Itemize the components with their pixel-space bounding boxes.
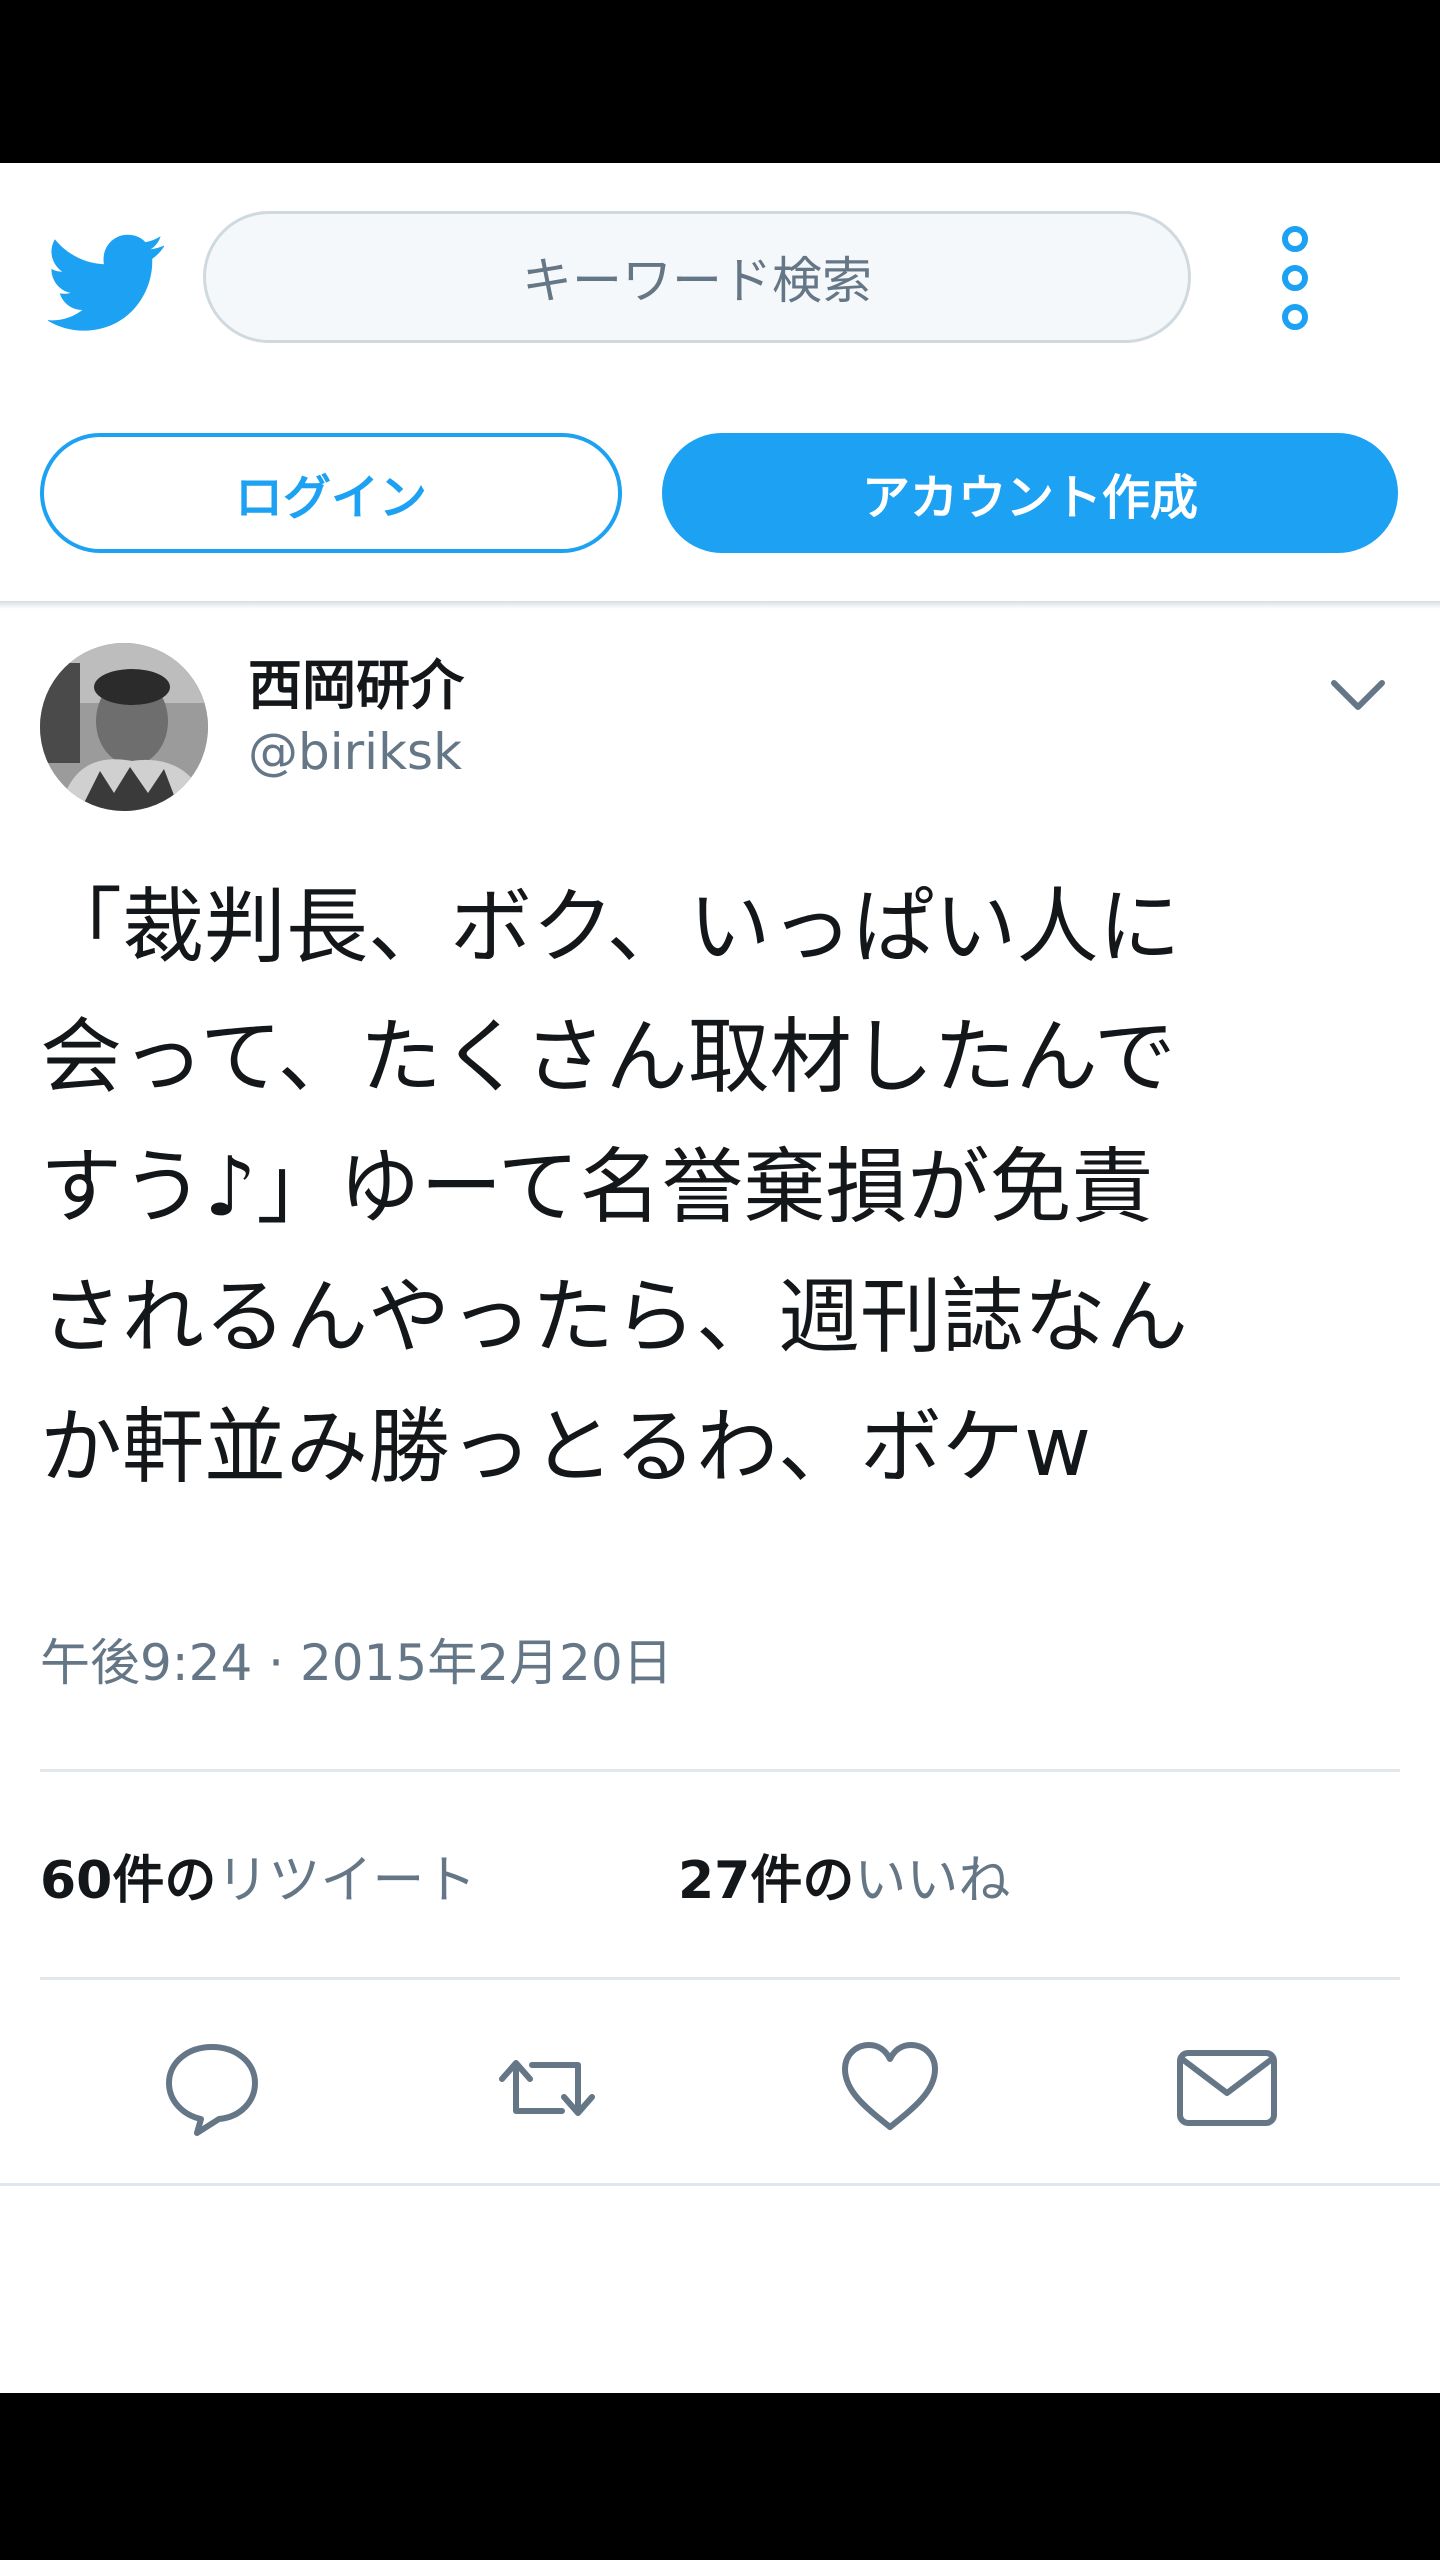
divider bbox=[0, 2183, 1440, 2186]
divider bbox=[40, 1769, 1400, 1772]
retweet-icon[interactable] bbox=[492, 2033, 602, 2143]
login-label: ログイン bbox=[234, 470, 427, 526]
retweet-count-label: リツイート bbox=[216, 1851, 477, 1911]
mail-icon[interactable] bbox=[1172, 2033, 1282, 2143]
like-count-number: 27件の bbox=[678, 1851, 855, 1911]
search-placeholder: キーワード検索 bbox=[522, 252, 872, 310]
signup-button[interactable]: アカウント作成 bbox=[662, 433, 1398, 553]
retweet-count[interactable]: 60件のリツイート bbox=[40, 1838, 476, 1913]
search-input[interactable]: キーワード検索 bbox=[203, 211, 1191, 343]
heart-icon[interactable] bbox=[835, 2033, 945, 2143]
avatar-photo bbox=[40, 643, 208, 811]
avatar[interactable] bbox=[40, 643, 208, 811]
like-count[interactable]: 27件のいいね bbox=[678, 1838, 1010, 1913]
app-header: キーワード検索 ログイン アカウント作成 bbox=[0, 163, 1440, 609]
chevron-down-icon[interactable] bbox=[1326, 663, 1390, 727]
author-handle[interactable]: @biriksk bbox=[248, 723, 462, 781]
tweet-text: 「裁判長、ボク、いっぱい人に 会って、たくさん取材したんで すう♪」ゆーて名誉棄… bbox=[40, 880, 1189, 1495]
tweet-actions bbox=[0, 2033, 1440, 2143]
retweet-count-number: 60件の bbox=[40, 1851, 217, 1911]
header-shadow bbox=[0, 601, 1440, 609]
signup-label: アカウント作成 bbox=[861, 470, 1198, 526]
divider bbox=[40, 1977, 1400, 1980]
more-vertical-icon[interactable] bbox=[1270, 223, 1320, 333]
tweet-timestamp[interactable]: 午後9:24 · 2015年2月20日 bbox=[40, 1623, 673, 1695]
twitter-bird-icon[interactable] bbox=[48, 223, 166, 341]
reply-icon[interactable] bbox=[157, 2033, 267, 2143]
login-button[interactable]: ログイン bbox=[40, 433, 622, 553]
like-count-label: いいね bbox=[854, 1851, 1011, 1911]
author-name[interactable]: 西岡研介 bbox=[248, 641, 464, 720]
tweet-screen: キーワード検索 ログイン アカウント作成 西岡研介 @biriksk 「裁判長、… bbox=[0, 163, 1440, 2393]
